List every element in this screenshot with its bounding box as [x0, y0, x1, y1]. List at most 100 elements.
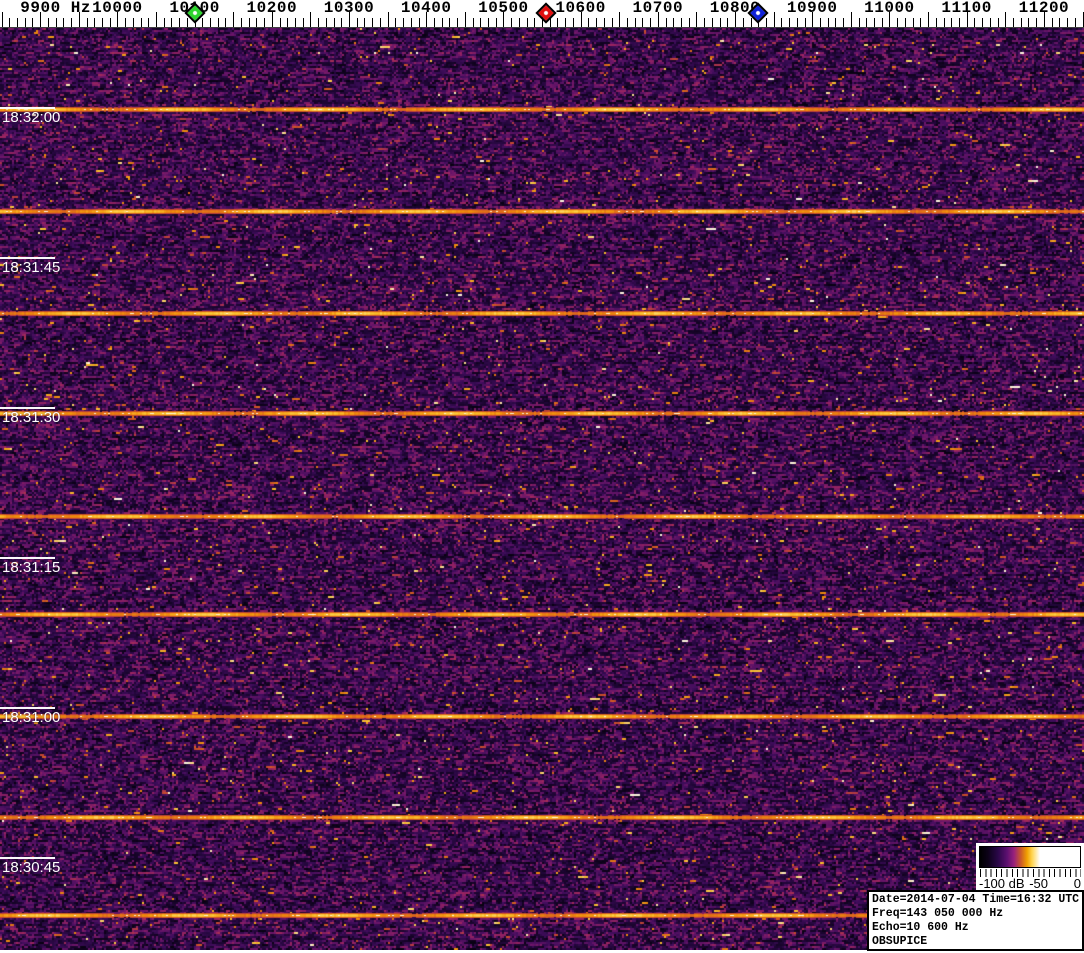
freq-tick	[480, 18, 482, 27]
frequency-ruler[interactable]: 9900 Hz100001010010200103001040010500106…	[0, 0, 1084, 28]
freq-tick	[928, 12, 929, 27]
freq-tick	[441, 18, 443, 27]
freq-tick	[279, 18, 281, 27]
freq-label: 10200	[246, 0, 298, 17]
freq-tick	[866, 18, 868, 27]
freq-tick	[696, 12, 698, 27]
freq-tick	[403, 18, 404, 27]
freq-tick	[148, 18, 150, 27]
freq-tick	[835, 18, 837, 27]
freq-tick	[240, 18, 242, 27]
freq-tick	[951, 18, 953, 27]
freq-tick	[32, 18, 34, 27]
scale-label-max: 0	[1073, 876, 1081, 891]
freq-tick	[140, 18, 142, 27]
freq-tick	[1, 12, 3, 27]
freq-tick	[897, 18, 899, 27]
freq-tick	[850, 12, 852, 27]
freq-tick	[287, 18, 289, 27]
freq-tick	[24, 18, 26, 27]
freq-tick	[325, 18, 327, 27]
freq-label: 10500	[478, 0, 529, 17]
freq-tick	[217, 18, 219, 27]
freq-label: 9900 Hz	[20, 0, 92, 17]
freq-tick	[665, 18, 667, 27]
info-line-station: OBSUPICE	[872, 935, 928, 948]
freq-label: 11100	[941, 0, 992, 17]
freq-tick	[920, 18, 922, 27]
freq-tick	[233, 12, 235, 27]
freq-tick	[750, 18, 752, 27]
freq-tick	[719, 18, 721, 27]
freq-tick	[1028, 18, 1030, 27]
freq-tick	[395, 18, 397, 27]
freq-label: 10700	[632, 0, 684, 17]
freq-tick	[904, 18, 906, 27]
freq-tick	[557, 18, 559, 27]
freq-tick	[202, 18, 204, 27]
freq-tick	[225, 18, 227, 27]
freq-tick	[974, 18, 976, 27]
freq-tick	[333, 18, 335, 27]
freq-tick	[210, 18, 211, 27]
freq-tick	[156, 12, 157, 27]
freq-tick	[9, 18, 11, 27]
freq-tick	[681, 18, 682, 27]
info-box: Date=2014-07-04 Time=16:32 UTC Freq=143 …	[867, 890, 1084, 951]
color-scale-labels: -100 dB -50 0	[976, 876, 1084, 891]
freq-tick	[626, 18, 628, 27]
freq-tick	[588, 18, 590, 27]
time-label: 18:32:00	[2, 109, 61, 126]
freq-tick	[874, 18, 875, 27]
freq-tick	[596, 18, 597, 27]
freq-tick	[796, 18, 798, 27]
freq-tick	[572, 18, 574, 27]
freq-tick	[132, 18, 134, 27]
freq-tick	[1082, 12, 1084, 27]
freq-tick	[1059, 18, 1061, 27]
freq-tick	[379, 18, 381, 27]
freq-tick	[17, 18, 18, 27]
freq-tick	[1051, 18, 1053, 27]
freq-tick	[94, 18, 96, 27]
freq-tick	[912, 18, 914, 27]
waterfall-display[interactable]	[0, 28, 1084, 953]
color-scale-panel: -100 dB -50 0	[976, 843, 1084, 891]
freq-tick	[449, 18, 451, 27]
freq-tick	[1036, 18, 1038, 27]
freq-tick	[55, 18, 57, 27]
freq-tick	[688, 18, 690, 27]
freq-tick	[1074, 18, 1076, 27]
info-line-echo: Echo=10 600 Hz	[872, 921, 969, 934]
red-marker[interactable]	[535, 2, 557, 24]
freq-tick	[186, 18, 188, 27]
freq-tick	[619, 12, 621, 27]
freq-tick	[318, 18, 320, 27]
freq-tick	[63, 18, 65, 27]
freq-label: 11200	[1018, 0, 1070, 17]
time-label: 18:31:30	[2, 409, 61, 426]
freq-tick	[356, 18, 358, 27]
freq-tick	[418, 18, 420, 27]
freq-label: 10300	[323, 0, 375, 17]
freq-tick	[789, 18, 791, 27]
freq-tick	[511, 18, 513, 27]
freq-label: 10000	[92, 0, 143, 17]
freq-tick	[634, 18, 636, 27]
freq-tick	[989, 18, 991, 27]
freq-tick	[302, 18, 304, 27]
freq-tick	[125, 18, 127, 27]
color-gradient-bar[interactable]	[979, 846, 1081, 868]
freq-tick	[827, 18, 829, 27]
freq-label: 10400	[400, 0, 452, 17]
freq-tick	[310, 12, 312, 27]
freq-tick	[109, 18, 111, 27]
freq-tick	[433, 18, 435, 27]
freq-label: 10900	[786, 0, 838, 17]
freq-tick	[611, 18, 613, 27]
freq-tick	[47, 18, 49, 27]
freq-tick	[534, 18, 536, 27]
freq-tick	[472, 18, 474, 27]
scale-label-min: -100 dB	[979, 876, 1025, 891]
freq-tick	[526, 18, 528, 27]
